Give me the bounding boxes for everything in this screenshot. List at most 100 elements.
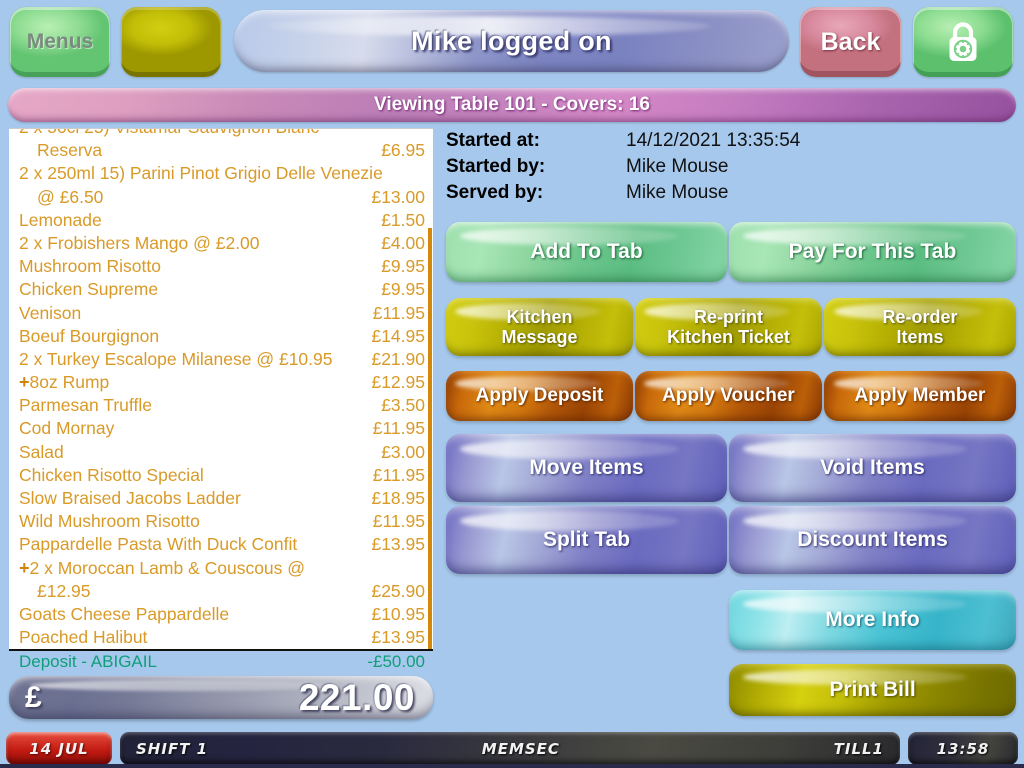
menus-button[interactable]: Menus [10, 7, 110, 77]
void-items-button[interactable]: Void Items [729, 434, 1016, 502]
more-info-button[interactable]: More Info [729, 590, 1016, 650]
top-toolbar: Menus Mike logged on Back [0, 0, 1024, 84]
served-by-label: Served by: [446, 182, 544, 203]
order-item-row[interactable]: Slow Braised Jacobs Ladder £18.95 [19, 487, 425, 510]
order-item-row[interactable]: Pappardelle Pasta With Duck Confit £13.95 [19, 533, 425, 556]
order-item-price: £9.95 [381, 256, 425, 277]
order-item-price: £11.95 [372, 464, 425, 485]
order-item-name: Chicken Supreme [19, 279, 159, 300]
order-item-name: Pappardelle Pasta With Duck Confit [19, 534, 298, 555]
order-item-price: £9.95 [381, 279, 425, 300]
order-item-row[interactable]: 2 x Turkey Escalope Milanese @ £10.95 £21… [19, 348, 425, 371]
started-by-value: Mike Mouse [626, 156, 729, 177]
status-date: 14 JUL [6, 732, 112, 765]
order-item-price: £18.95 [371, 488, 425, 508]
order-item-row[interactable]: Poached Halibut £13.95 [19, 626, 425, 649]
table-subheader-text: Viewing Table 101 - Covers: 16 [374, 94, 650, 115]
kitchen-message-button[interactable]: Kitchen Message [446, 298, 633, 356]
order-item-row[interactable]: 2 x Frobishers Mango @ £2.00 £4.00 [19, 232, 425, 255]
order-item-row[interactable]: Wild Mushroom Risotto £11.95 [19, 510, 425, 533]
order-item-row[interactable]: Cod Mornay £11.95 [19, 417, 425, 440]
order-item-price: £6.95 [381, 140, 425, 161]
order-item-price: £13.95 [371, 627, 425, 648]
add-to-tab-button[interactable]: Add To Tab [446, 222, 727, 282]
order-item-row[interactable]: Venison £11.95 [19, 302, 425, 325]
order-item-name: 2 x 50cl 25) Vistamar Sauvignon Blanc [19, 129, 425, 139]
order-item-list[interactable]: 2 x 50cl 25) Vistamar Sauvignon BlancRes… [9, 128, 433, 649]
order-item-row[interactable]: @ £6.50 £13.00 [19, 186, 425, 209]
status-bar: 14 JUL SHIFT 1 MEMSEC TILL1 13:58 [0, 730, 1024, 768]
reorder-items-button[interactable]: Re-order Items [824, 298, 1016, 356]
order-item-row[interactable]: Chicken Risotto Special £11.95 [19, 464, 425, 487]
lock-button[interactable] [913, 7, 1013, 77]
order-item-row[interactable]: Lemonade £1.50 [19, 209, 425, 232]
order-item-price: £11.95 [372, 418, 425, 439]
more-info-label: More Info [825, 608, 920, 632]
order-item-row[interactable]: Salad £3.00 [19, 441, 425, 464]
order-item-price: £12.95 [371, 372, 425, 393]
order-item-name: 2 x Moroccan Lamb & Couscous @ [29, 557, 306, 578]
order-item-price: £3.50 [381, 395, 425, 416]
order-item-name: 8oz Rump [29, 372, 110, 393]
apply-voucher-label: Apply Voucher [662, 385, 795, 407]
order-item-row[interactable]: Chicken Supreme £9.95 [19, 278, 425, 301]
order-item-name: Poached Halibut [19, 627, 148, 648]
order-item-name: Cod Mornay [19, 418, 115, 439]
order-list-scrollbar[interactable] [428, 228, 432, 671]
order-item-name: 2 x 250ml 15) Parini Pinot Grigio Delle … [19, 163, 383, 184]
order-panel: 2 x 50cl 25) Vistamar Sauvignon BlancRes… [9, 128, 433, 719]
split-tab-button[interactable]: Split Tab [446, 506, 727, 574]
back-button[interactable]: Back [800, 7, 901, 77]
logged-on-title-banner: Mike logged on [234, 10, 789, 72]
order-item-plus-icon: + [19, 557, 30, 578]
apply-deposit-label: Apply Deposit [475, 385, 604, 407]
reprint-kitchen-ticket-button[interactable]: Re-print Kitchen Ticket [635, 298, 822, 356]
padlock-icon [949, 22, 977, 61]
order-item-name: Parmesan Truffle [19, 395, 152, 416]
order-item-price: £11.95 [372, 511, 425, 532]
status-time-label: 13:58 [936, 739, 990, 758]
move-items-button[interactable]: Move Items [446, 434, 727, 502]
status-till-label: TILL1 [833, 739, 884, 758]
total-amount: 221.00 [298, 676, 415, 718]
discount-items-button[interactable]: Discount Items [729, 506, 1016, 574]
move-items-label: Move Items [529, 456, 644, 480]
pos-table-view-screen: Menus Mike logged on Back Viewing Table … [0, 0, 1024, 768]
discount-items-label: Discount Items [797, 528, 948, 552]
order-item-name: Mushroom Risotto [19, 256, 161, 277]
void-items-label: Void Items [820, 456, 925, 480]
print-bill-button[interactable]: Print Bill [729, 664, 1016, 716]
window-bottom-edge [0, 764, 1024, 768]
started-at-row: Started at: 14/12/2021 13:35:54 [446, 130, 1016, 156]
reprint-kitchen-ticket-label: Re-print Kitchen Ticket [667, 306, 790, 347]
status-operator-label: MEMSEC [481, 739, 560, 758]
order-item-name: Goats Cheese Pappardelle [19, 603, 230, 624]
order-item-row[interactable]: Reserva £6.95 [19, 139, 425, 162]
status-shift-label: SHIFT 1 [136, 739, 209, 758]
deposit-row: Deposit - ABIGAIL -£50.00 [9, 649, 433, 673]
apply-deposit-button[interactable]: Apply Deposit [446, 371, 633, 421]
order-item-price: £10.95 [371, 603, 425, 624]
order-item-row[interactable]: Mushroom Risotto £9.95 [19, 255, 425, 278]
order-item-clipped-row[interactable]: 2 x 50cl 25) Vistamar Sauvignon Blanc [19, 129, 425, 139]
order-item-name: Slow Braised Jacobs Ladder [19, 488, 241, 508]
tab-info-block: Started at: 14/12/2021 13:35:54 Started … [446, 130, 1016, 214]
order-item-row[interactable]: Boeuf Bourgignon £14.95 [19, 325, 425, 348]
order-item-price: £13.00 [371, 186, 425, 207]
apply-member-label: Apply Member [854, 385, 986, 407]
pay-for-this-tab-label: Pay For This Tab [788, 240, 957, 264]
order-item-row[interactable]: Parmesan Truffle £3.50 [19, 394, 425, 417]
order-item-row[interactable]: Goats Cheese Pappardelle £10.95 [19, 603, 425, 626]
pay-for-this-tab-button[interactable]: Pay For This Tab [729, 222, 1016, 282]
started-at-label: Started at: [446, 130, 540, 151]
split-tab-label: Split Tab [542, 528, 631, 552]
order-item-row[interactable]: £12.95 £25.90 [19, 580, 425, 603]
blank-yellow-button[interactable] [121, 7, 221, 77]
apply-member-button[interactable]: Apply Member [824, 371, 1016, 421]
order-item-row[interactable]: +8oz Rump £12.95 [19, 371, 425, 394]
order-item-row[interactable]: +2 x Moroccan Lamb & Couscous @ [19, 557, 425, 580]
apply-voucher-button[interactable]: Apply Voucher [635, 371, 822, 421]
order-item-price: £11.95 [372, 302, 425, 323]
order-item-row[interactable]: 2 x 250ml 15) Parini Pinot Grigio Delle … [19, 162, 425, 185]
started-by-label: Started by: [446, 156, 546, 177]
